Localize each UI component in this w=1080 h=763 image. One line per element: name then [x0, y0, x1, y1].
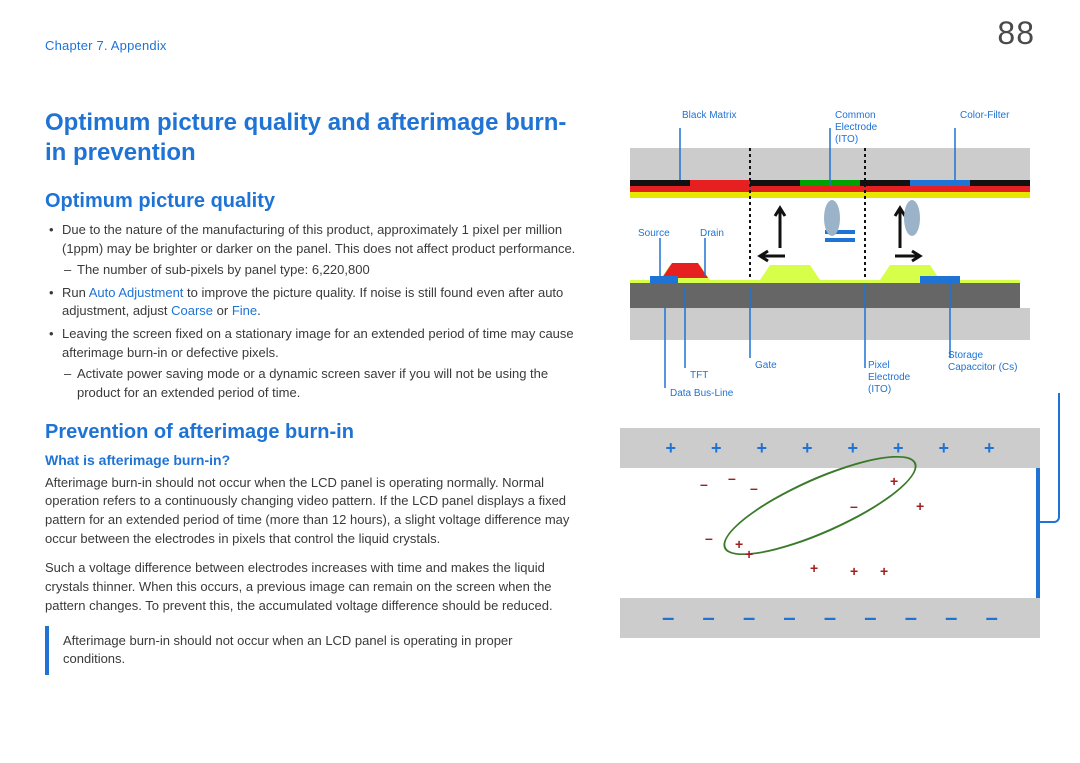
paragraph: Afterimage burn-in should not occur when… — [45, 474, 585, 549]
plus-icon: + — [665, 438, 676, 459]
label-pixel-electrode: Pixel Electrode (ITO) — [868, 360, 910, 396]
minus-icon: – — [728, 470, 736, 486]
plus-icon: + — [735, 536, 743, 552]
label-black-matrix: Black Matrix — [682, 110, 736, 122]
plus-icon: + — [850, 563, 858, 579]
link-auto-adjustment[interactable]: Auto Adjustment — [89, 285, 184, 300]
label-data-bus-line: Data Bus-Line — [670, 388, 733, 400]
bullet-text: Leaving the screen fixed on a stationary… — [62, 326, 574, 360]
dash-item: Activate power saving mode or a dynamic … — [62, 365, 585, 403]
page-number: 88 — [997, 15, 1035, 52]
bullet-text-part: . — [257, 303, 261, 318]
figure-column: Black Matrix Common Electrode (ITO) Colo… — [620, 108, 1040, 638]
section1-heading: Optimum picture quality — [45, 190, 585, 213]
minus-icon: – — [824, 605, 836, 631]
plus-icon: + — [890, 473, 898, 489]
plus-icon: + — [984, 438, 995, 459]
label-storage-capacitor: Storage Capaccitor (Cs) — [948, 350, 1017, 374]
minus-icon: – — [850, 498, 858, 514]
bullet-text-part: or — [213, 303, 232, 318]
minus-icon: – — [703, 605, 715, 631]
bullet-item: Leaving the screen fixed on a stationary… — [45, 325, 585, 402]
charge-mid: – – – + – + – + + + + + — [620, 468, 1040, 598]
plus-icon: + — [711, 438, 722, 459]
label-color-filter: Color-Filter — [960, 110, 1009, 122]
minus-icon: – — [783, 605, 795, 631]
bullet-text-part: Run — [62, 285, 89, 300]
label-source: Source — [638, 228, 670, 240]
dash-item: The number of sub-pixels by panel type: … — [62, 261, 585, 280]
text-column: Optimum picture quality and afterimage b… — [45, 108, 585, 675]
link-coarse[interactable]: Coarse — [171, 303, 213, 318]
minus-icon: – — [743, 605, 755, 631]
minus-icon: – — [864, 605, 876, 631]
bullet-item: Due to the nature of the manufacturing o… — [45, 221, 585, 280]
plus-icon: + — [938, 438, 949, 459]
page-title: Optimum picture quality and afterimage b… — [45, 108, 585, 168]
section2-subheading: What is afterimage burn-in? — [45, 452, 585, 468]
charge-top-bar: + + + + + + + + — [620, 428, 1040, 468]
plus-icon: + — [847, 438, 858, 459]
minus-icon: – — [905, 605, 917, 631]
plus-icon: + — [916, 498, 924, 514]
label-common-electrode: Common Electrode (ITO) — [835, 110, 877, 146]
label-drain: Drain — [700, 228, 724, 240]
minus-icon: – — [945, 605, 957, 631]
plus-icon: + — [880, 563, 888, 579]
minus-icon: – — [700, 476, 708, 492]
bullet-text: Due to the nature of the manufacturing o… — [62, 222, 575, 256]
section2-heading: Prevention of afterimage burn-in — [45, 421, 585, 444]
link-fine[interactable]: Fine — [232, 303, 257, 318]
lcd-crosssection-diagram: Black Matrix Common Electrode (ITO) Colo… — [620, 108, 1040, 408]
section1-list: Due to the nature of the manufacturing o… — [45, 221, 585, 403]
minus-icon: – — [750, 480, 758, 496]
plus-icon: + — [756, 438, 767, 459]
minus-icon: – — [705, 530, 713, 546]
label-gate: Gate — [755, 360, 777, 372]
minus-icon: – — [986, 605, 998, 631]
charge-diagram: + + + + + + + + – – – + – + – + + + + + … — [620, 428, 1040, 638]
plus-icon: + — [745, 546, 753, 562]
label-tft: TFT — [690, 370, 708, 382]
plus-icon: + — [802, 438, 813, 459]
minus-icon: – — [662, 605, 674, 631]
plus-icon: + — [810, 560, 818, 576]
info-note: Afterimage burn-in should not occur when… — [45, 626, 585, 676]
chapter-label: Chapter 7. Appendix — [45, 38, 167, 53]
charge-bottom-bar: – – – – – – – – – — [620, 598, 1040, 638]
paragraph: Such a voltage difference between electr… — [45, 559, 585, 616]
bullet-item: Run Auto Adjustment to improve the pictu… — [45, 284, 585, 322]
